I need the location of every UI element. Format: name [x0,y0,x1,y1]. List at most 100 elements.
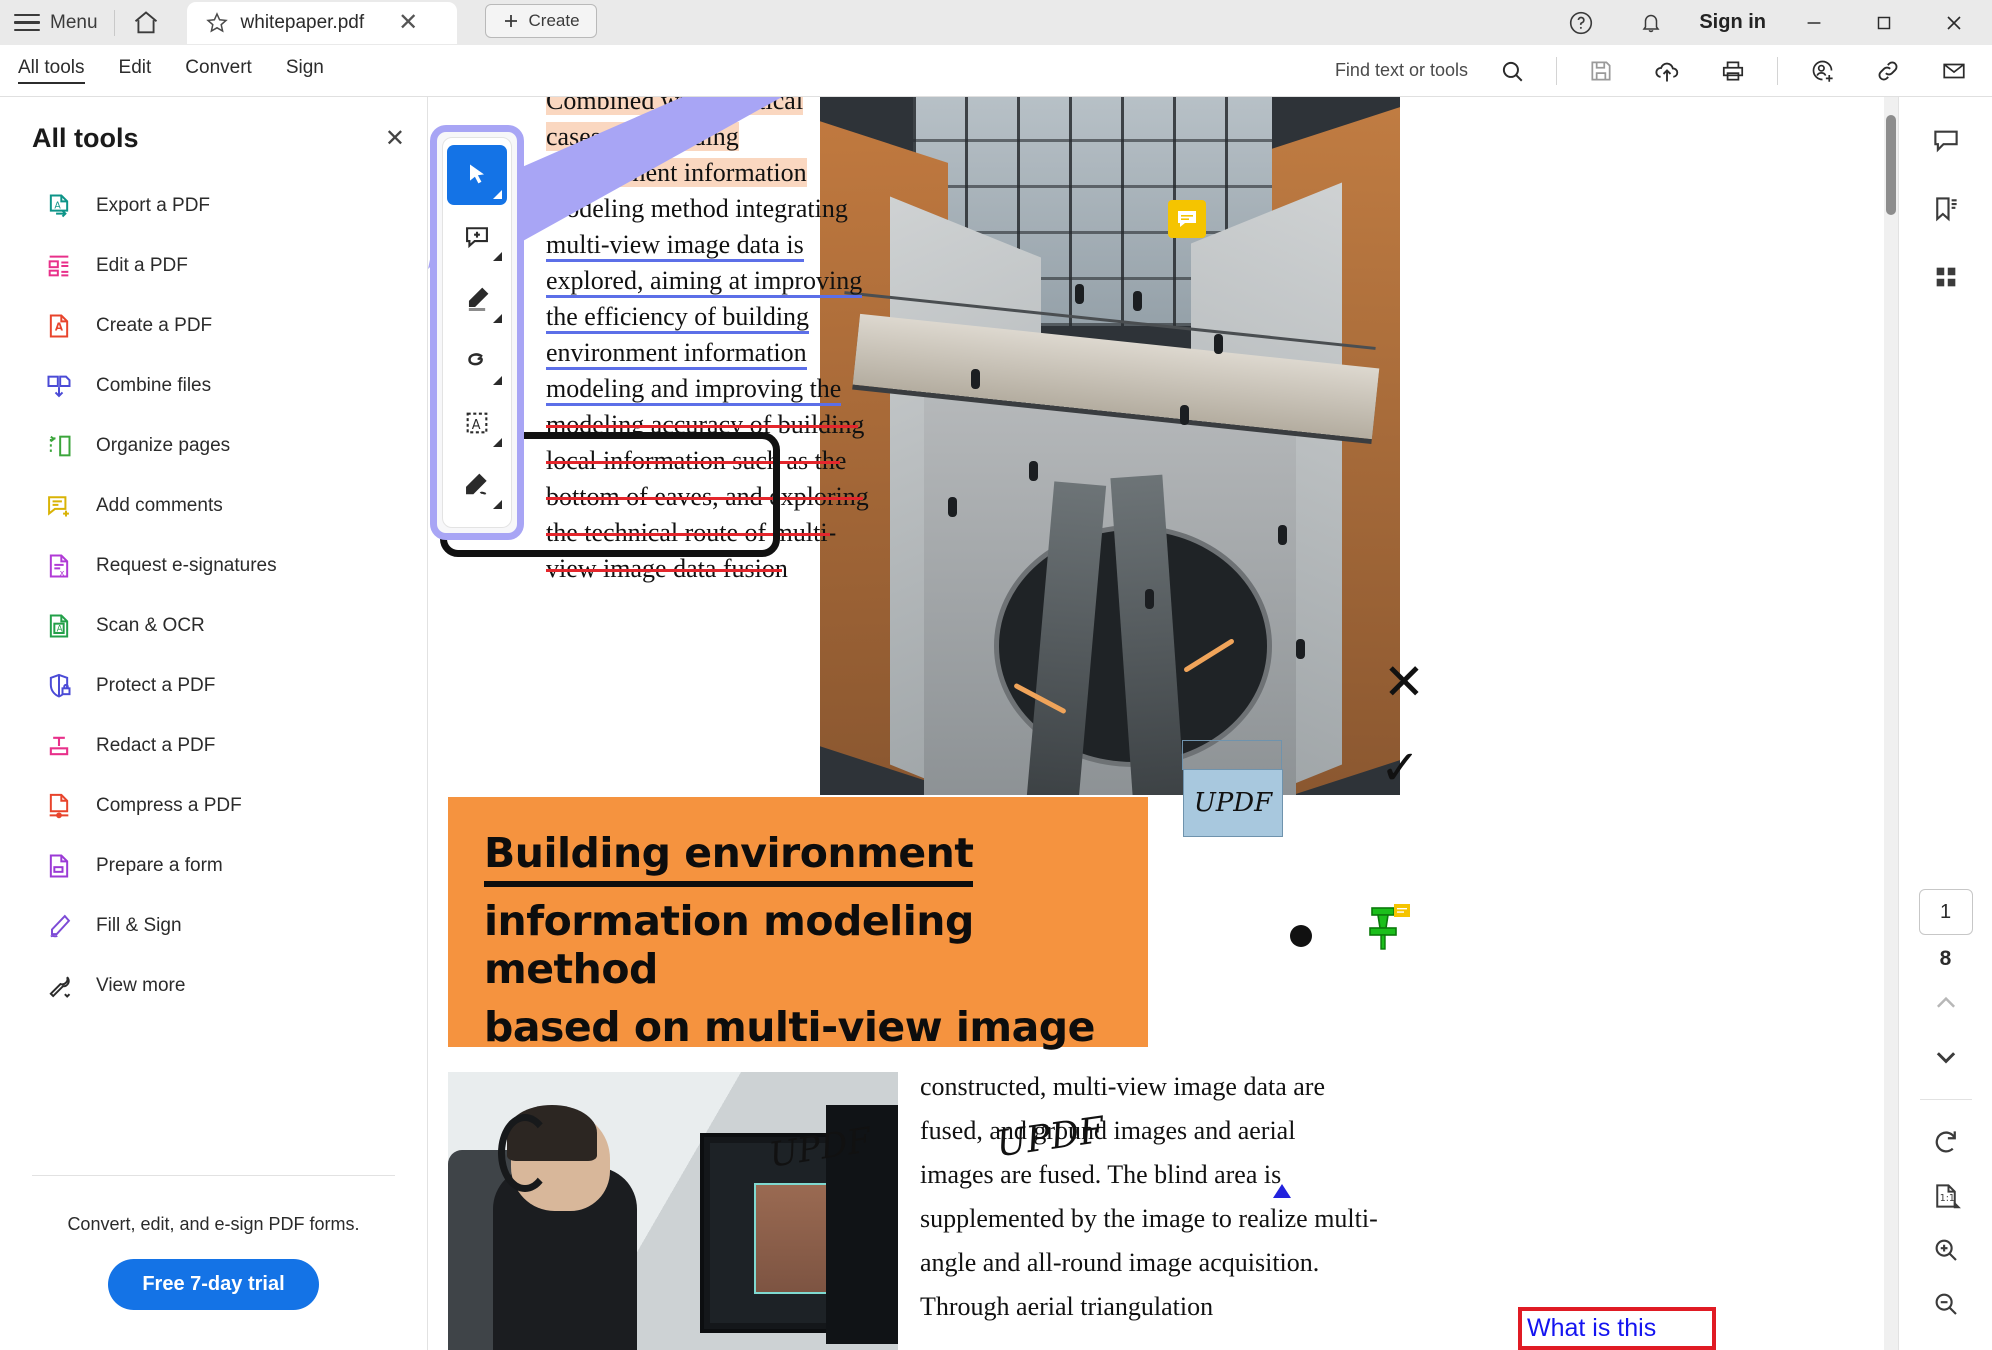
person-at-computer-photo: UPDF [448,1072,898,1350]
next-page-button[interactable] [1921,1035,1971,1079]
sidebar-item-prepare-a-form[interactable]: Prepare a form [0,836,427,896]
redact-pdf-icon [44,731,74,761]
menu-tabs: All tools Edit Convert Sign [0,57,324,84]
document-scrollbar[interactable] [1884,97,1898,1350]
sidebar-item-protect-a-pdf[interactable]: Protect a PDF [0,656,427,716]
sidebar-item-create-a-pdf[interactable]: A Create a PDF [0,296,427,356]
close-icon[interactable]: ✕ [398,10,418,35]
export-pdf-icon: A [44,191,74,221]
sidebar-item-label: Combine files [96,375,212,396]
sidebar-item-label: Edit a PDF [96,255,188,276]
thumbnails-panel-button[interactable] [1921,255,1971,299]
what-is-this-callout[interactable]: What is this [1518,1307,1716,1350]
text-line: Through aerial triangulation [920,1292,1214,1321]
svg-text:1:1: 1:1 [1939,1193,1954,1204]
window-close-icon[interactable] [1932,6,1976,40]
sign-in-button[interactable]: Sign in [1699,11,1766,34]
search-icon[interactable] [1490,54,1534,88]
share-people-button[interactable] [1800,54,1844,88]
free-trial-button[interactable]: Free 7-day trial [108,1259,319,1310]
sidebar-item-edit-a-pdf[interactable]: Edit a PDF [0,236,427,296]
all-tools-sidebar: All tools ✕ A Export a PDF Edit a PDF A [0,97,428,1350]
stamp-handle[interactable] [1182,740,1282,770]
home-icon[interactable] [131,8,161,38]
fit-page-button[interactable]: 1:1 [1921,1174,1971,1218]
total-pages-label: 8 [1939,947,1952,970]
zoom-out-button[interactable] [1921,1282,1971,1326]
sticky-note-icon[interactable] [1168,200,1206,238]
sidebar-item-compress-a-pdf[interactable]: Compress a PDF [0,776,427,836]
check-mark-annotation[interactable]: ✓ [1380,745,1420,793]
zoom-in-button[interactable] [1921,1228,1971,1272]
create-button[interactable]: Create [484,4,597,38]
close-icon[interactable]: ✕ [385,124,405,153]
page-number-input[interactable]: 1 [1918,889,1973,935]
find-input[interactable]: Find text or tools [1335,60,1468,81]
minimize-icon[interactable] [1792,6,1836,40]
document-tab[interactable]: whitepaper.pdf ✕ [186,1,457,44]
caret-annotation[interactable] [1273,1184,1291,1198]
email-button[interactable] [1932,54,1976,88]
floating-toolbar-inner: A [442,137,512,528]
request-esign-icon: x [44,551,74,581]
floating-annotation-toolbar[interactable]: A [430,125,524,540]
sidebar-item-fill-and-sign[interactable]: Fill & Sign [0,896,427,956]
rotate-button[interactable] [1921,1120,1971,1164]
updf-stamp-annotation[interactable]: UPDF [1182,740,1283,837]
upload-button[interactable] [1645,54,1689,88]
sidebar-item-redact-a-pdf[interactable]: Redact a PDF [0,716,427,776]
sidebar-item-combine-files[interactable]: Combine files [0,356,427,416]
add-comments-icon [44,491,74,521]
add-comment-tool[interactable] [447,207,507,267]
draw-tool[interactable] [447,331,507,391]
sidebar-item-label: Request e-signatures [96,555,277,576]
create-pdf-icon: A [44,311,74,341]
signature-tool[interactable] [447,455,507,515]
sidebar-item-add-comments[interactable]: Add comments [0,476,427,536]
save-button[interactable] [1579,54,1623,88]
svg-text:A: A [54,200,61,211]
menu-bar: All tools Edit Convert Sign Find text or… [0,45,1992,97]
print-button[interactable] [1711,54,1755,88]
hamburger-menu-icon[interactable] [14,13,40,32]
scrollbar-thumb[interactable] [1886,115,1896,215]
text-line: explored, aiming at improving [546,263,896,299]
dot-annotation[interactable] [1290,925,1312,947]
highlight-tool[interactable] [447,269,507,329]
text-line: environment information [546,335,896,371]
comments-panel-button[interactable] [1921,119,1971,163]
title-bar: Menu whitepaper.pdf ✕ Create Sign in [0,0,1992,45]
document-viewer[interactable]: Building environment information modelin… [428,97,1898,1350]
sidebar-item-label: Create a PDF [96,315,213,336]
star-icon[interactable] [205,11,229,35]
select-tool[interactable] [447,145,507,205]
menu-label[interactable]: Menu [50,12,98,34]
sidebar-item-export-a-pdf[interactable]: A Export a PDF [0,176,427,236]
bell-icon[interactable] [1629,6,1673,40]
copy-link-button[interactable] [1866,54,1910,88]
text-line: cases, the building [546,122,739,151]
help-circle-icon[interactable] [1559,6,1603,40]
menu-bar-actions: Find text or tools [1335,54,1992,88]
text-line: environment information [546,158,807,187]
green-pushpin-icon[interactable] [1358,902,1410,954]
tab-sign[interactable]: Sign [286,57,324,84]
sidebar-item-scan-and-ocr[interactable]: A Scan & OCR [0,596,427,656]
updf-stamp-text: UPDF [1193,788,1273,818]
x-mark-annotation[interactable]: ✕ [1383,657,1425,707]
previous-page-button[interactable] [1921,981,1971,1025]
sidebar-item-request-e-signatures[interactable]: x Request e-signatures [0,536,427,596]
svg-text:A: A [57,624,63,634]
right-rail-top [1899,97,1992,299]
protect-pdf-icon [44,671,74,701]
sidebar-item-organize-pages[interactable]: Organize pages [0,416,427,476]
text-box-tool[interactable]: A [447,393,507,453]
maximize-icon[interactable] [1862,6,1906,40]
bookmarks-panel-button[interactable] [1921,187,1971,231]
right-rail: 1 8 1:1 [1898,97,1992,1350]
fill-sign-icon [44,911,74,941]
tab-convert[interactable]: Convert [185,57,252,84]
sidebar-item-view-more[interactable]: View more [0,956,427,1016]
tab-all-tools[interactable]: All tools [18,57,85,84]
tab-edit[interactable]: Edit [119,57,152,84]
